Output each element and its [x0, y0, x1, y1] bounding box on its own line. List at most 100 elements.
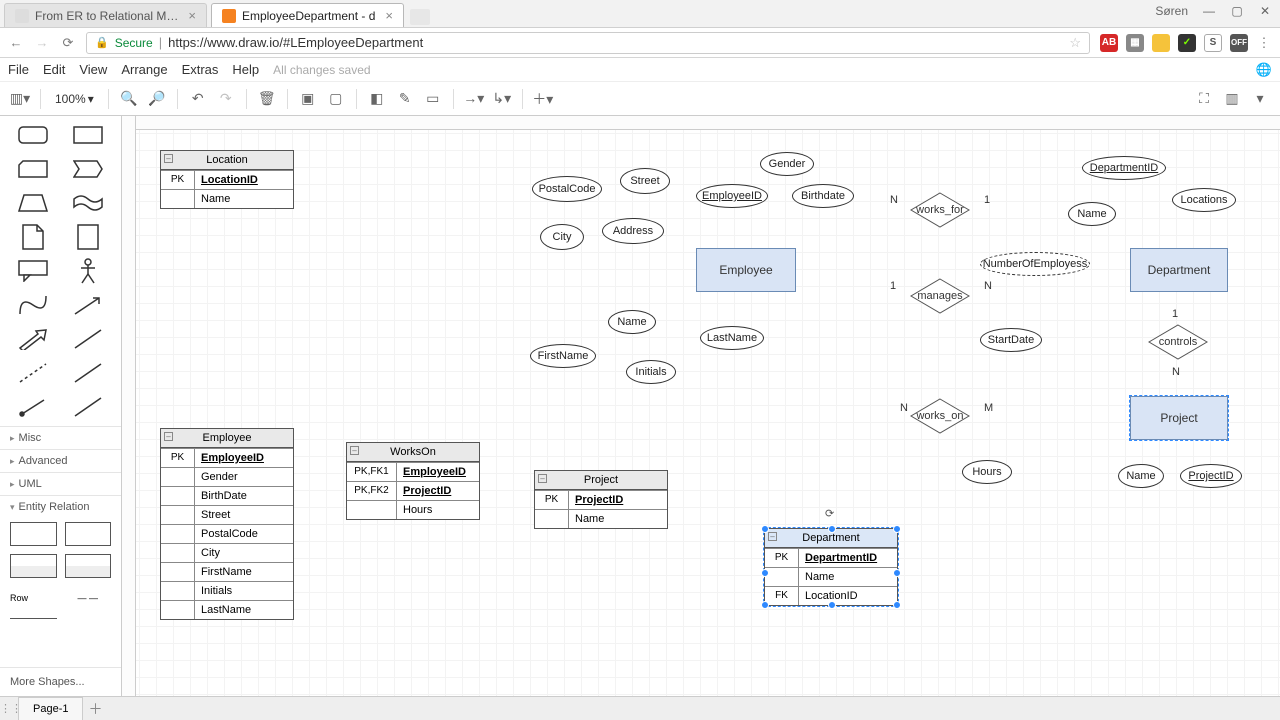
shape-tape[interactable]	[65, 190, 112, 216]
reload-icon[interactable]: ⟳	[60, 35, 76, 51]
format-panel-icon[interactable]: ▥	[1220, 87, 1244, 111]
ext-icon[interactable]: ✓	[1178, 34, 1196, 52]
shape-step[interactable]	[65, 156, 112, 182]
rel-works-for[interactable]: works_for	[910, 192, 970, 228]
attr-locations[interactable]: Locations	[1172, 188, 1236, 212]
window-minimize-icon[interactable]: —	[1202, 4, 1216, 18]
star-icon[interactable]: ☆	[1069, 35, 1081, 51]
ext-icon[interactable]: ▦	[1126, 34, 1144, 52]
attr-address[interactable]: Address	[602, 218, 664, 244]
table-location[interactable]: –Location PKLocationID Name	[160, 150, 294, 209]
shape-rect[interactable]	[65, 122, 112, 148]
shape-card[interactable]	[10, 156, 57, 182]
attr-startdate[interactable]: StartDate	[980, 328, 1042, 352]
resize-handle[interactable]	[828, 525, 836, 533]
attr-name-emp[interactable]: Name	[608, 310, 656, 334]
rotate-handle[interactable]: ⟳	[825, 507, 839, 521]
table-employee[interactable]: –Employee PKEmployeeID Gender BirthDate …	[160, 428, 294, 620]
ext-icon[interactable]: S	[1204, 34, 1222, 52]
new-tab-button[interactable]	[410, 9, 430, 25]
sidebar-section-misc[interactable]: Misc	[0, 426, 121, 449]
resize-handle[interactable]	[761, 569, 769, 577]
shape-dashed[interactable]	[10, 360, 57, 386]
menu-file[interactable]: File	[8, 62, 29, 77]
attr-birthdate[interactable]: Birthdate	[792, 184, 854, 208]
er-row-label[interactable]: Row	[10, 586, 57, 610]
shape-line-h[interactable]	[65, 360, 112, 386]
sidebar-toggle-icon[interactable]: ▥▾	[8, 87, 32, 111]
attr-hours[interactable]: Hours	[962, 460, 1012, 484]
shape-line-diag[interactable]	[65, 326, 112, 352]
window-close-icon[interactable]: ✕	[1258, 4, 1272, 18]
sidebar-section-advanced[interactable]: Advanced	[0, 449, 121, 472]
resize-handle[interactable]	[893, 601, 901, 609]
attr-lastname[interactable]: LastName	[700, 326, 764, 350]
browser-tab[interactable]: From ER to Relational M… ×	[4, 3, 207, 27]
profile-name[interactable]: Søren	[1155, 4, 1188, 18]
to-back-icon[interactable]: ▢	[324, 87, 348, 111]
resize-handle[interactable]	[828, 601, 836, 609]
resize-handle[interactable]	[893, 525, 901, 533]
page-tab[interactable]: Page-1	[18, 697, 83, 720]
redo-icon[interactable]: ↷	[214, 87, 238, 111]
sidebar-section-er[interactable]: Entity Relation	[0, 495, 121, 518]
undo-icon[interactable]: ↶	[186, 87, 210, 111]
insert-icon[interactable]: ＋▾	[531, 87, 555, 111]
attr-gender[interactable]: Gender	[760, 152, 814, 176]
forward-icon[interactable]: →	[34, 35, 50, 51]
er-table-shape[interactable]	[65, 554, 112, 578]
attr-firstname[interactable]: FirstName	[530, 344, 596, 368]
rel-works-on[interactable]: works_on	[910, 398, 970, 434]
fullscreen-icon[interactable]: ⛶	[1192, 87, 1216, 111]
er-table-shape[interactable]	[10, 522, 57, 546]
resize-handle[interactable]	[893, 569, 901, 577]
delete-icon[interactable]: 🗑	[255, 87, 279, 111]
rel-controls[interactable]: controls	[1148, 324, 1208, 360]
menu-help[interactable]: Help	[232, 62, 259, 77]
attr-street[interactable]: Street	[620, 168, 670, 194]
rel-manages[interactable]: manages	[910, 278, 970, 314]
page-tabs-menu-icon[interactable]: ⋮⋮	[0, 702, 14, 715]
table-workson[interactable]: –WorksOn PK,FK1EmployeeID PK,FK2ProjectI…	[346, 442, 480, 520]
chrome-menu-icon[interactable]: ⋮	[1256, 35, 1272, 51]
er-row-shape[interactable]: — —	[65, 586, 112, 610]
add-page-button[interactable]: ＋	[83, 699, 107, 719]
shape-note[interactable]	[10, 224, 57, 250]
attr-numemp[interactable]: NumberOfEmployess	[980, 252, 1090, 276]
resize-handle[interactable]	[761, 525, 769, 533]
entity-employee[interactable]: Employee	[696, 248, 796, 292]
shape-arrow-thick[interactable]	[10, 326, 57, 352]
url-field[interactable]: 🔒 Secure | https://www.draw.io/#LEmploye…	[86, 32, 1090, 54]
ext-icon[interactable]	[1152, 34, 1170, 52]
attr-projectid[interactable]: ProjectID	[1180, 464, 1242, 488]
ext-abp-icon[interactable]: AB	[1100, 34, 1118, 52]
shape-conn-plain[interactable]	[65, 394, 112, 420]
browser-tab-active[interactable]: EmployeeDepartment - d ×	[211, 3, 404, 27]
shape-callout[interactable]	[10, 258, 57, 284]
resize-handle[interactable]	[761, 601, 769, 609]
attr-name-proj[interactable]: Name	[1118, 464, 1164, 488]
entity-department[interactable]: Department	[1130, 248, 1228, 292]
attr-city[interactable]: City	[540, 224, 584, 250]
attr-postalcode[interactable]: PostalCode	[532, 176, 602, 202]
attr-employeeid[interactable]: EmployeeID	[696, 184, 768, 208]
menu-edit[interactable]: Edit	[43, 62, 65, 77]
shape-trapezoid[interactable]	[10, 190, 57, 216]
more-shapes-button[interactable]: More Shapes...	[0, 667, 121, 696]
zoom-in-icon[interactable]: 🔍	[117, 87, 141, 111]
shape-arrow-open[interactable]	[65, 292, 112, 318]
entity-project[interactable]: Project	[1130, 396, 1228, 440]
er-table-shape[interactable]	[65, 522, 112, 546]
language-icon[interactable]: 🌐	[1256, 62, 1272, 78]
collapse-icon[interactable]: ▾	[1248, 87, 1272, 111]
er-divider-shape[interactable]	[10, 618, 57, 622]
shape-page[interactable]	[65, 224, 112, 250]
menu-extras[interactable]: Extras	[182, 62, 219, 77]
attr-departmentid[interactable]: DepartmentID	[1082, 156, 1166, 180]
close-tab-icon[interactable]: ×	[188, 8, 196, 23]
back-icon[interactable]: ←	[8, 35, 24, 51]
connection-icon[interactable]: →▾	[462, 87, 486, 111]
attr-name-dept[interactable]: Name	[1068, 202, 1116, 226]
table-project[interactable]: –Project PKProjectID Name	[534, 470, 668, 529]
zoom-select[interactable]: 100% ▾	[49, 92, 100, 106]
